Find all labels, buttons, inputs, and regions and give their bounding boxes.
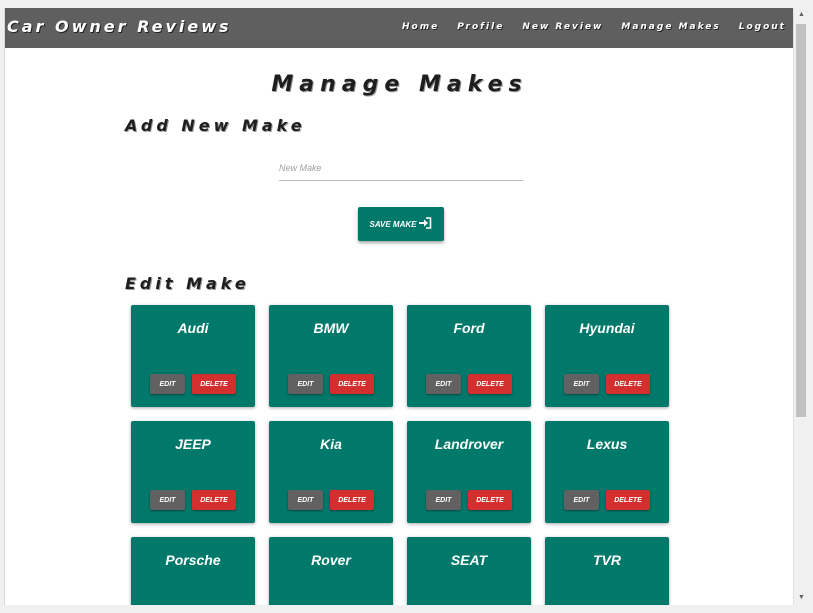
delete-make-button[interactable]: delete <box>468 490 512 510</box>
make-card: Kia edit delete <box>269 421 393 523</box>
make-cards-grid: Audi edit delete BMW edit delete Ford edit delet… <box>131 305 691 605</box>
make-name: Porsche <box>165 552 221 568</box>
save-make-button[interactable]: save make <box>358 207 444 241</box>
make-name: Kia <box>320 436 342 452</box>
make-card-actions: edit delete <box>269 374 393 394</box>
scrollbar-thumb[interactable] <box>796 24 806 417</box>
edit-make-button[interactable]: edit <box>150 374 185 394</box>
make-card: Landrover edit delete <box>407 421 531 523</box>
brand-logo[interactable]: Car Owner Reviews <box>7 17 232 36</box>
delete-make-button[interactable]: delete <box>330 374 374 394</box>
make-card: JEEP edit delete <box>131 421 255 523</box>
scroll-up-arrow-icon[interactable]: ▲ <box>794 8 809 22</box>
make-card: Rovereditdelete <box>269 537 393 605</box>
make-card-actions: edit delete <box>407 374 531 394</box>
make-card-actions: edit delete <box>131 374 255 394</box>
make-card: Audi edit delete <box>131 305 255 407</box>
edit-make-heading: Edit Make <box>125 274 250 293</box>
add-make-heading: Add New Make <box>125 116 306 135</box>
save-make-label: save make <box>369 219 417 229</box>
nav-link-new-review[interactable]: New Review <box>522 22 603 32</box>
make-card-actions: edit delete <box>545 374 669 394</box>
make-name: BMW <box>313 320 349 336</box>
delete-make-button[interactable]: delete <box>606 374 650 394</box>
vertical-scrollbar[interactable]: ▲ ▼ <box>793 8 809 605</box>
make-name: Ford <box>453 320 485 336</box>
make-card: Porscheeditdelete <box>131 537 255 605</box>
edit-make-button[interactable]: edit <box>564 490 599 510</box>
nav-link-profile[interactable]: Profile <box>457 22 504 32</box>
edit-make-button[interactable]: edit <box>426 490 461 510</box>
edit-make-button[interactable]: edit <box>426 374 461 394</box>
nav-link-logout[interactable]: Logout <box>739 22 786 32</box>
edit-make-button[interactable]: edit <box>150 490 185 510</box>
make-name: SEAT <box>450 552 488 568</box>
make-card: Lexus edit delete <box>545 421 669 523</box>
browser-viewport: Car Owner Reviews Home Profile New Revie… <box>4 8 794 605</box>
make-name: Hyundai <box>579 320 635 336</box>
make-name: JEEP <box>175 436 211 452</box>
delete-make-button[interactable]: delete <box>192 374 236 394</box>
make-card-actions: edit delete <box>131 490 255 510</box>
make-name: Lexus <box>586 436 628 452</box>
new-make-input[interactable] <box>279 156 523 181</box>
make-card-actions: edit delete <box>545 490 669 510</box>
delete-make-button[interactable]: delete <box>192 490 236 510</box>
sign-in-icon <box>418 216 432 232</box>
make-card: SEATeditdelete <box>407 537 531 605</box>
make-name: Rover <box>311 552 351 568</box>
page-title: Manage Makes <box>271 72 528 97</box>
make-name: Landrover <box>434 436 504 452</box>
nav-link-manage-makes[interactable]: Manage Makes <box>621 22 720 32</box>
make-card: BMW edit delete <box>269 305 393 407</box>
navbar: Car Owner Reviews Home Profile New Revie… <box>5 8 794 48</box>
make-card-actions: edit delete <box>269 490 393 510</box>
scroll-down-arrow-icon[interactable]: ▼ <box>794 591 809 605</box>
make-card-actions: edit delete <box>407 490 531 510</box>
make-card: Ford edit delete <box>407 305 531 407</box>
make-name: TVR <box>593 552 621 568</box>
make-name: Audi <box>177 320 209 336</box>
delete-make-button[interactable]: delete <box>606 490 650 510</box>
make-card: TVReditdelete <box>545 537 669 605</box>
edit-make-button[interactable]: edit <box>288 374 323 394</box>
edit-make-button[interactable]: edit <box>564 374 599 394</box>
delete-make-button[interactable]: delete <box>330 490 374 510</box>
delete-make-button[interactable]: delete <box>468 374 512 394</box>
nav-links: Home Profile New Review Manage Makes Log… <box>384 22 786 32</box>
make-card: Hyundai edit delete <box>545 305 669 407</box>
nav-link-home[interactable]: Home <box>402 22 439 32</box>
edit-make-button[interactable]: edit <box>288 490 323 510</box>
